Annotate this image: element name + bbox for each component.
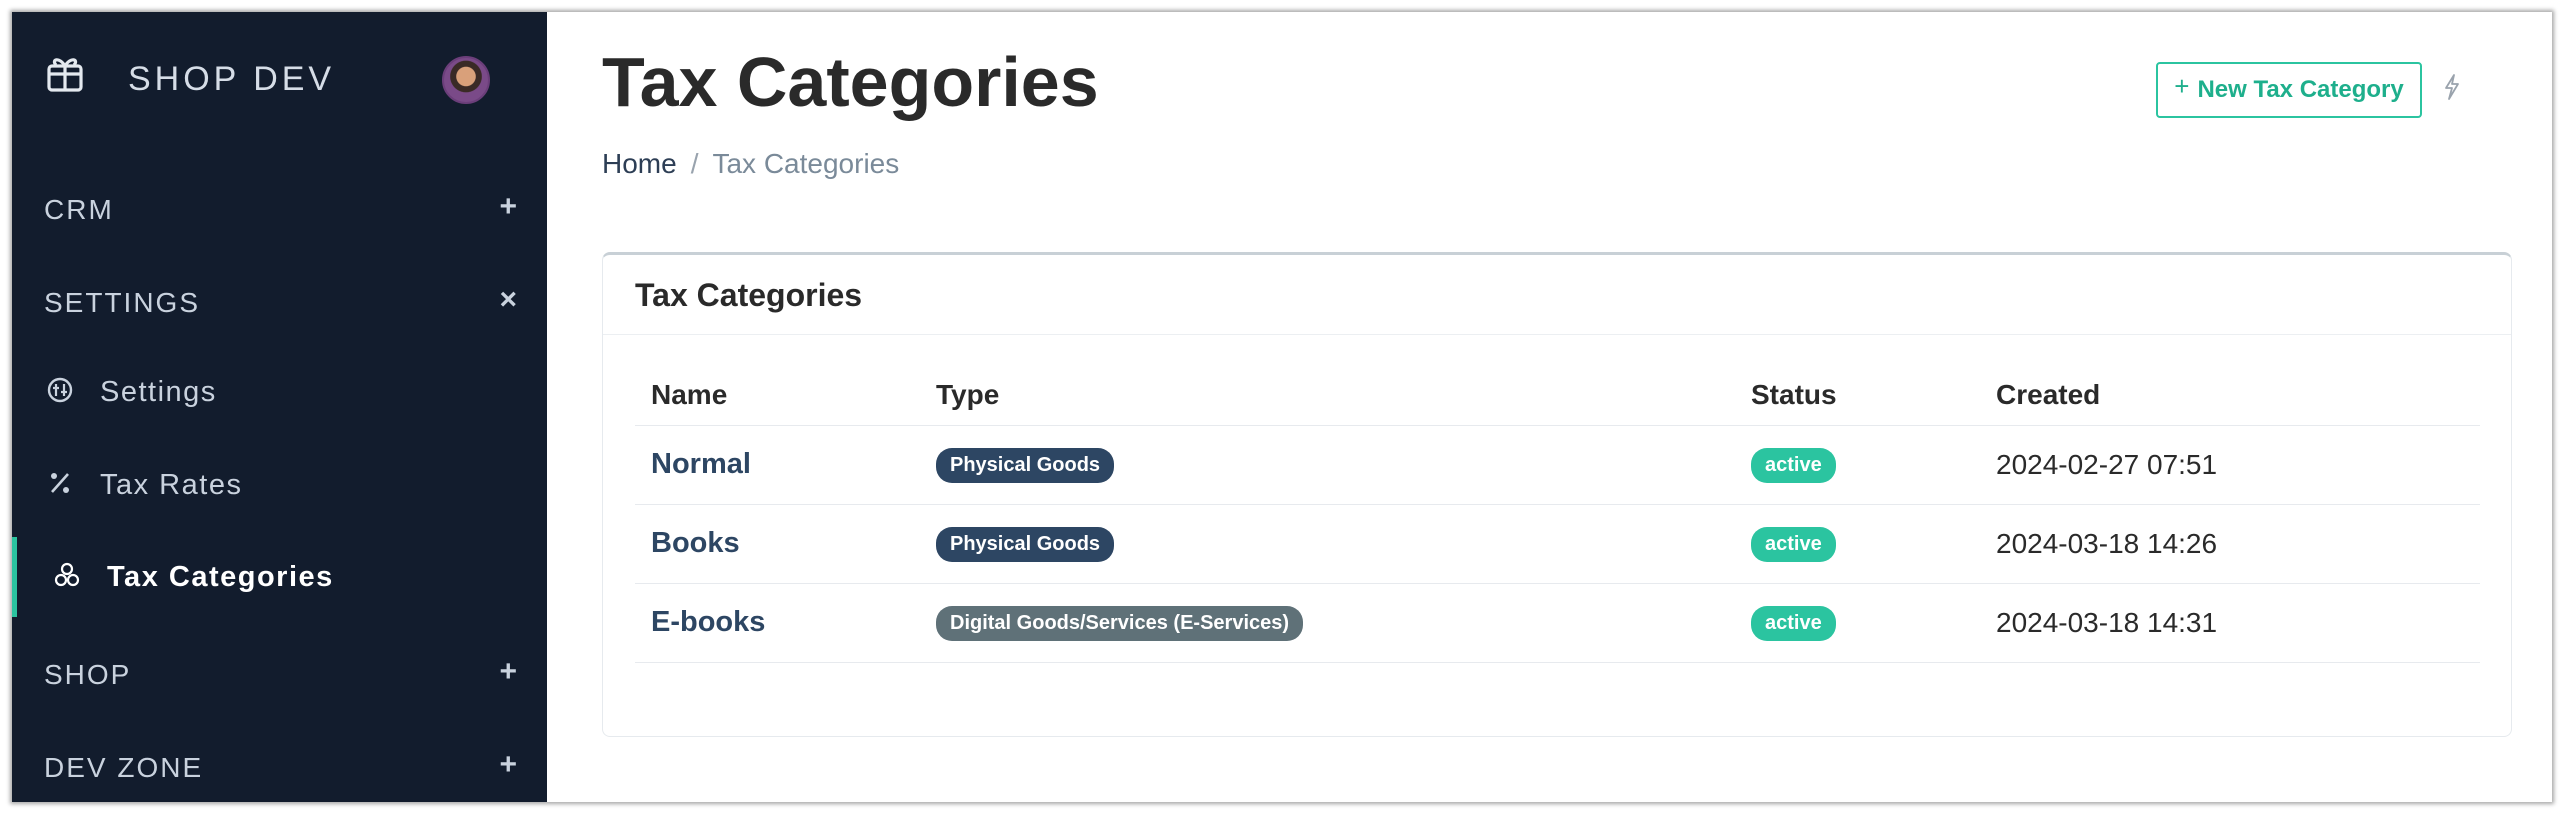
plus-icon: + [2174, 70, 2190, 101]
card-title: Tax Categories [603, 255, 2511, 335]
cell-status: active [1735, 425, 1980, 505]
app-window: SHOP DEV CRM + SETTINGS × Settings Tax R… [12, 12, 2552, 802]
column-header-type[interactable]: Type [920, 365, 1735, 426]
sidebar-item-label: Settings [100, 376, 217, 408]
page-title: Tax Categories [602, 43, 1099, 121]
nav-section-label: DEV ZONE [44, 752, 204, 783]
cell-status: active [1735, 583, 1980, 663]
expand-icon[interactable]: + [499, 190, 517, 224]
expand-icon[interactable]: + [499, 655, 517, 689]
sidebar-item-label: Tax Rates [100, 469, 243, 501]
bolt-icon[interactable] [2439, 72, 2465, 102]
table-row[interactable]: Books Physical Goods active 2024-03-18 1… [635, 504, 2480, 584]
cell-created: 2024-03-18 14:31 [1980, 583, 2480, 663]
cell-type: Digital Goods/Services (E-Services) [920, 583, 1735, 663]
cell-name: Books [635, 504, 920, 584]
sidebar-item-tax-categories[interactable]: Tax Categories [12, 537, 547, 617]
breadcrumb: Home / Tax Categories [602, 148, 899, 180]
gift-logo-icon[interactable] [44, 52, 86, 94]
cell-name: E-books [635, 583, 920, 663]
nav-section-label: SETTINGS [44, 287, 201, 318]
tax-category-link[interactable]: Books [651, 527, 740, 559]
nav-section-settings[interactable]: SETTINGS × [12, 265, 547, 335]
breadcrumb-home-link[interactable]: Home [602, 148, 677, 179]
sidebar-item-tax-rates[interactable]: Tax Rates [12, 445, 547, 525]
table-header-row: Name Type Status Created [635, 365, 2480, 426]
tax-category-link[interactable]: Normal [651, 448, 751, 480]
nav-section-dev-zone[interactable]: DEV ZONE + [12, 730, 547, 800]
table-row[interactable]: Normal Physical Goods active 2024-02-27 … [635, 425, 2480, 505]
tax-categories-table: Name Type Status Created Normal Physical… [635, 365, 2480, 663]
sidebar: SHOP DEV CRM + SETTINGS × Settings Tax R… [12, 12, 547, 802]
type-badge: Digital Goods/Services (E-Services) [936, 606, 1304, 641]
column-header-name[interactable]: Name [635, 365, 920, 426]
cell-type: Physical Goods [920, 504, 1735, 584]
main-content: Tax Categories Home / Tax Categories + New… [547, 12, 2552, 802]
column-header-status[interactable]: Status [1735, 365, 1980, 426]
cell-name: Normal [635, 425, 920, 505]
nav-section-crm[interactable]: CRM + [12, 172, 547, 242]
breadcrumb-separator: / [690, 148, 699, 179]
type-badge: Physical Goods [936, 448, 1115, 483]
breadcrumb-current: Tax Categories [712, 148, 900, 179]
settings-circle-icon [47, 377, 73, 403]
nav-section-label: CRM [44, 194, 114, 225]
sidebar-item-settings[interactable]: Settings [12, 352, 547, 432]
status-badge: active [1751, 606, 1836, 641]
percent-icon [51, 473, 69, 493]
cell-created: 2024-03-18 14:26 [1980, 504, 2480, 584]
new-tax-category-button[interactable]: + New Tax Category [2156, 62, 2422, 118]
cell-status: active [1735, 504, 1980, 584]
collapse-icon[interactable]: × [499, 283, 517, 317]
tax-category-link[interactable]: E-books [651, 606, 765, 638]
tax-categories-card: Tax Categories Name Type Status Created … [602, 252, 2512, 737]
nav-section-label: SHOP [44, 659, 132, 690]
column-header-created[interactable]: Created [1980, 365, 2480, 426]
status-badge: active [1751, 527, 1836, 562]
new-tax-category-label: New Tax Category [2197, 76, 2404, 103]
brand-name[interactable]: SHOP DEV [128, 60, 335, 99]
table-row[interactable]: E-books Digital Goods/Services (E-Servic… [635, 583, 2480, 663]
cell-type: Physical Goods [920, 425, 1735, 505]
type-badge: Physical Goods [936, 527, 1115, 562]
cell-created: 2024-02-27 07:51 [1980, 425, 2480, 505]
status-badge: active [1751, 448, 1836, 483]
nav-section-shop[interactable]: SHOP + [12, 637, 547, 707]
expand-icon[interactable]: + [499, 748, 517, 782]
user-avatar[interactable] [442, 56, 490, 104]
brand: SHOP DEV [12, 12, 547, 122]
sidebar-item-label: Tax Categories [107, 561, 334, 593]
circles-icon [54, 562, 80, 587]
